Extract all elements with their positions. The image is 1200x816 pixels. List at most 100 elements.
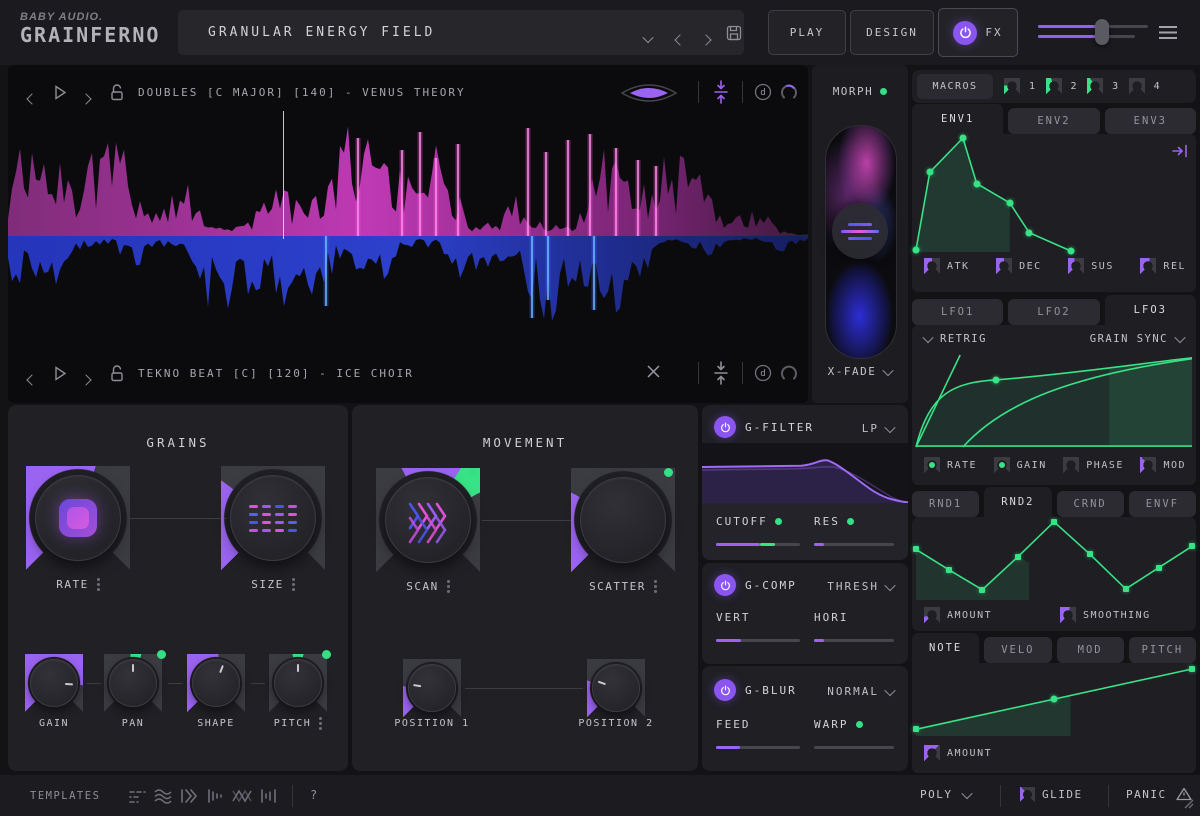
tab-lfo1[interactable]: LFO1 [912,299,1003,325]
rnd-amount-knob[interactable]: AMOUNT [924,607,1060,623]
fx-amount-slider[interactable] [1038,22,1148,44]
tab-env1[interactable]: ENV1 [912,104,1003,134]
bars-b-icon[interactable] [260,788,278,804]
curve-point[interactable] [1067,247,1074,254]
grain-shape-icon[interactable] [616,81,682,105]
sample1-play-icon[interactable] [54,85,67,100]
tab-mod[interactable]: MOD [1057,637,1124,663]
curve-point[interactable] [1006,199,1013,206]
sample2-next-icon[interactable] [82,369,90,388]
scatter-menu-icon[interactable] [654,585,657,588]
gfilter-mode-selector[interactable]: LP [862,422,894,435]
curve-point[interactable] [1156,565,1162,571]
sample2-gain-knob-icon[interactable] [780,364,798,382]
bars-a-icon[interactable] [206,788,224,804]
scan-knob[interactable] [376,468,480,572]
menu-icon[interactable] [1158,25,1178,40]
sample1-gain-knob-icon[interactable] [780,83,798,101]
tab-lfo3[interactable]: LFO3 [1105,295,1196,325]
legato-mode-icon[interactable] [128,788,146,804]
tab-rnd1[interactable]: RND1 [912,491,979,517]
curve-point[interactable] [926,169,933,176]
rnd-curve[interactable] [916,521,1192,600]
curve-point[interactable] [959,135,966,142]
sample1-collapse-icon[interactable] [710,80,732,104]
lfo-phase-knob[interactable]: PHASE [1063,457,1124,473]
macro-knob-2[interactable] [1046,78,1062,94]
sample1-next-icon[interactable] [82,88,90,107]
vert-slider[interactable] [716,639,800,642]
shape-knob[interactable] [187,654,245,712]
curve-point[interactable] [979,587,985,593]
preset-next-icon[interactable] [702,29,710,48]
fx-power-icon[interactable] [953,21,977,45]
curve-point[interactable] [1189,543,1195,549]
design-mode-button[interactable]: DESIGN [850,10,934,55]
gfilter-curve[interactable] [702,443,908,503]
curve-point[interactable] [1123,586,1129,592]
sample2-drive-icon[interactable]: d [754,364,772,382]
sample1-drive-icon[interactable]: d [754,83,772,101]
sample1-prev-icon[interactable] [28,88,36,107]
curve-point[interactable] [1026,229,1033,236]
env-dec-knob[interactable]: DEC [996,258,1042,274]
rate-menu-icon[interactable] [97,583,100,586]
pitch-knob[interactable] [269,654,327,712]
sample2-collapse-icon[interactable] [710,361,732,385]
position2-knob[interactable] [587,659,645,717]
warp-slider[interactable] [814,746,894,749]
scan-menu-icon[interactable] [447,585,450,588]
tab-envf[interactable]: ENVF [1129,491,1196,517]
tab-crnd[interactable]: CRND [1057,491,1124,517]
gfilter-power-button[interactable] [714,416,736,438]
pitch-menu-icon[interactable] [319,722,322,725]
waves-mode-icon[interactable] [154,788,172,804]
fx-slider-handle[interactable] [1095,19,1109,45]
play-mode-button[interactable]: PLAY [768,10,846,55]
pan-knob[interactable] [104,654,162,712]
tab-rnd2[interactable]: RND2 [984,487,1051,517]
env-sus-knob[interactable]: SUS [1068,258,1114,274]
curve-point[interactable] [946,567,952,573]
note-curve[interactable] [916,669,1192,736]
tab-note[interactable]: NOTE [912,633,979,663]
sample2-close-icon[interactable] [646,364,661,379]
sample2-prev-icon[interactable] [28,369,36,388]
macro-knob-3[interactable] [1087,78,1103,94]
curve-point[interactable] [913,726,919,732]
res-slider[interactable] [814,543,894,546]
sample1-name[interactable]: DOUBLES [C MAJOR] [140] - VENUS THEORY [138,86,466,99]
curve-point[interactable] [1051,696,1058,703]
gain-knob[interactable] [25,654,83,712]
lfo-retrig-selector[interactable]: RETRIG [924,333,987,345]
xfade-selector[interactable]: X-FADE [812,365,908,378]
cutoff-slider[interactable] [716,543,800,546]
curve-point[interactable] [913,546,919,552]
curve-point[interactable] [993,376,1000,383]
size-menu-icon[interactable] [292,583,295,586]
waveform-display[interactable] [8,119,808,344]
tab-lfo2[interactable]: LFO2 [1008,299,1099,325]
tab-pitch[interactable]: PITCH [1129,637,1196,663]
gblur-mode-selector[interactable]: NORMAL [827,685,894,698]
curve-point[interactable] [1087,551,1093,557]
lfo-gain-knob[interactable]: GAIN [994,457,1047,473]
playhead[interactable] [283,111,284,239]
help-button[interactable]: ? [310,788,317,802]
size-knob[interactable] [221,466,325,570]
sample2-play-icon[interactable] [54,366,67,381]
lfo-sync-selector[interactable]: GRAIN SYNC [1090,333,1184,345]
templates-button[interactable]: TEMPLATES [30,790,100,802]
gblur-power-button[interactable] [714,679,736,701]
curve-point[interactable] [1015,554,1021,560]
gcomp-mode-selector[interactable]: THRESH [827,580,894,593]
poly-selector[interactable]: POLY [920,788,971,801]
preset-name[interactable]: GRANULAR ENERGY FIELD [208,10,435,55]
tab-env2[interactable]: ENV2 [1008,108,1099,134]
position1-knob[interactable] [403,659,461,717]
curve-point[interactable] [1189,666,1195,672]
gcomp-power-button[interactable] [714,574,736,596]
preset-selector[interactable]: GRANULAR ENERGY FIELD [178,10,744,55]
curve-point[interactable] [1051,519,1057,525]
preset-dropdown-icon[interactable] [644,28,652,47]
